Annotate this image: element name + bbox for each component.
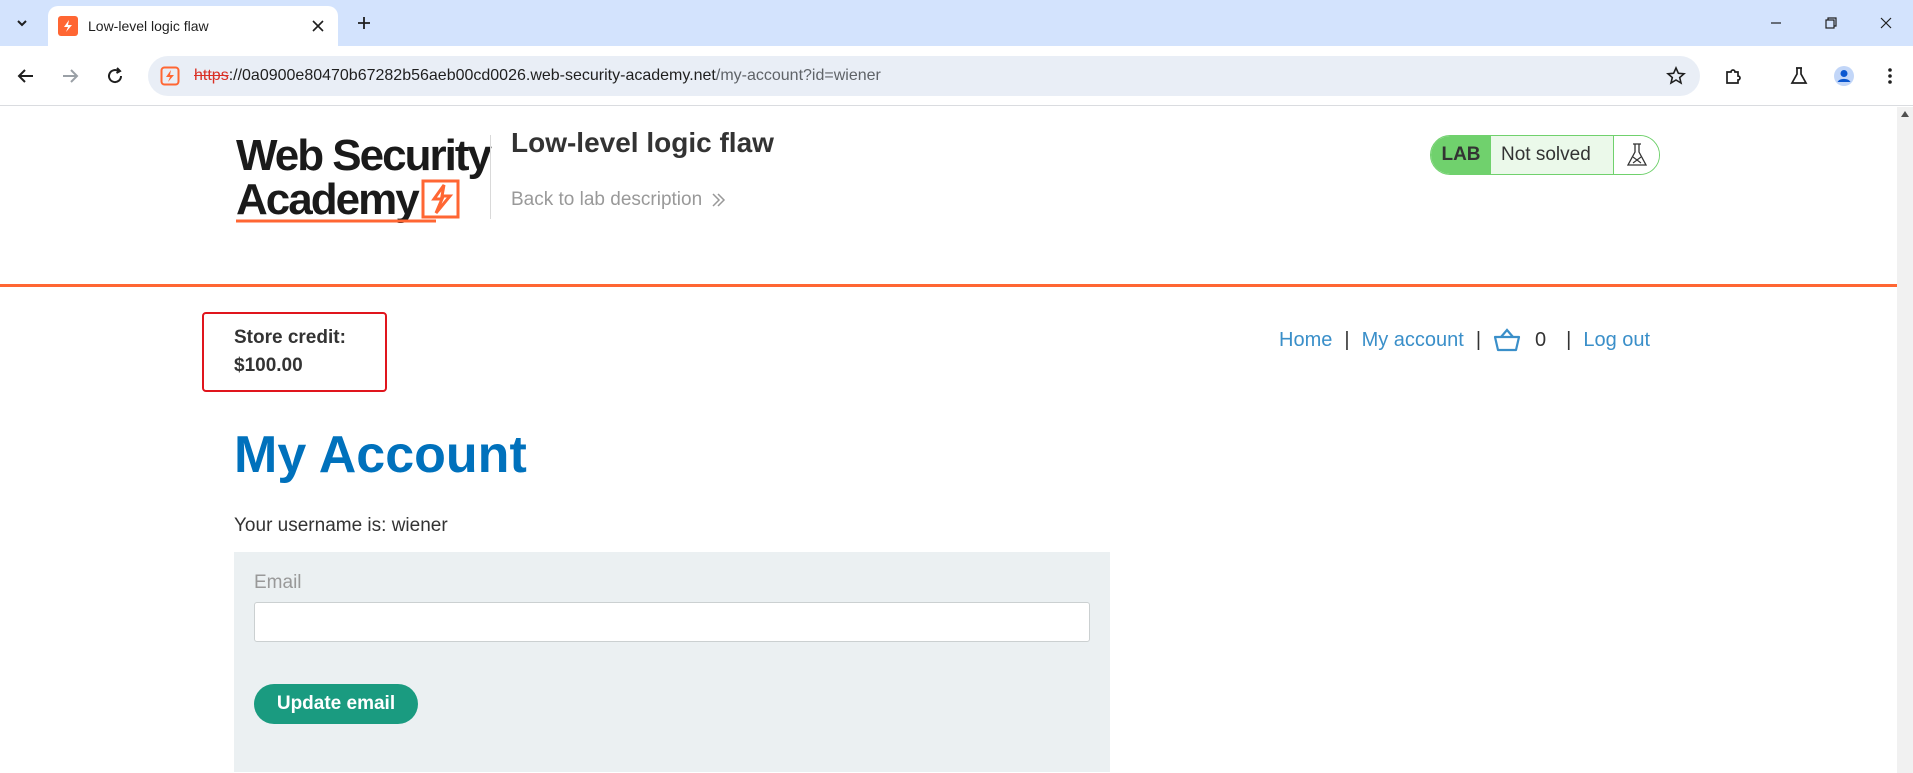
header-divider — [490, 135, 491, 219]
lightning-icon — [421, 179, 460, 219]
profile-button[interactable] — [1828, 60, 1860, 92]
more-vert-icon — [1888, 68, 1892, 84]
minimize-button[interactable] — [1756, 8, 1796, 38]
puzzle-icon — [1726, 69, 1741, 84]
lab-status-widget: LAB Not solved — [1430, 135, 1660, 175]
flask-icon — [1790, 67, 1808, 84]
back-to-lab-link[interactable]: Back to lab description — [511, 189, 726, 211]
lab-badge: LAB — [1431, 136, 1491, 174]
minimize-icon — [1771, 22, 1781, 24]
lab-title: Low-level logic flaw — [511, 127, 774, 158]
update-email-button[interactable]: Update email — [254, 684, 418, 724]
menu-button[interactable] — [1874, 60, 1906, 92]
lightning-icon — [58, 16, 78, 36]
restore-button[interactable] — [1811, 8, 1851, 38]
nav-log-out-link[interactable]: Log out — [1583, 329, 1650, 352]
url-host: ://0a0900e80470b67282b56aeb00cd0026.web-… — [228, 67, 716, 84]
page-scrollbar[interactable] — [1897, 107, 1913, 773]
top-nav: Home | My account | 0 | Log out — [1279, 327, 1650, 353]
reload-icon — [108, 67, 123, 84]
page-content: Web Security Academy Low-level logic fla… — [0, 107, 1897, 773]
plus-icon — [358, 17, 370, 29]
nav-separator: | — [1475, 328, 1482, 351]
double-chevron-right-icon — [712, 193, 726, 207]
close-icon[interactable] — [308, 16, 328, 36]
logo-line1: Web Security — [236, 131, 492, 180]
tab-title: Low-level logic flaw — [88, 18, 209, 34]
store-credit-highlight — [202, 312, 387, 392]
browser-tab[interactable]: Low-level logic flaw — [48, 6, 338, 46]
nav-home-link[interactable]: Home — [1279, 329, 1332, 352]
nav-separator: | — [1566, 328, 1572, 351]
store-credit-value: $100.00 — [234, 355, 303, 376]
browser-tab-strip: Low-level logic flaw — [0, 0, 1913, 46]
arrow-right-icon — [63, 69, 79, 83]
tab-search-button[interactable] — [8, 9, 36, 37]
page-title: My Account — [234, 426, 527, 484]
back-button[interactable] — [10, 60, 42, 92]
avatar-icon — [1834, 66, 1854, 86]
bookmark-star-icon[interactable] — [1664, 64, 1688, 88]
browser-toolbar: https://0a0900e80470b67282b56aeb00cd0026… — [0, 46, 1913, 106]
restore-icon — [1825, 17, 1837, 29]
url-scheme: https — [194, 67, 229, 84]
address-bar[interactable]: https://0a0900e80470b67282b56aeb00cd0026… — [148, 56, 1700, 96]
logo-line2: Academy — [236, 175, 420, 224]
scroll-up-arrow-icon[interactable] — [1901, 111, 1909, 117]
lab-header: Web Security Academy Low-level logic fla… — [0, 107, 1897, 287]
url-path: /my-account?id=wiener — [715, 67, 881, 84]
flask-icon — [1613, 136, 1659, 174]
site-info-icon[interactable] — [158, 65, 182, 87]
nav-separator: | — [1344, 328, 1350, 351]
store-credit-label: Store credit: — [234, 327, 346, 348]
nav-my-account-link[interactable]: My account — [1362, 329, 1464, 352]
arrow-left-icon — [17, 69, 33, 83]
close-icon — [1880, 17, 1892, 29]
email-field[interactable] — [254, 602, 1090, 642]
forward-button[interactable] — [54, 60, 86, 92]
academy-logo[interactable]: Web Security Academy — [236, 131, 492, 231]
cart-link[interactable]: 0 — [1493, 328, 1546, 352]
change-email-form: Email Update email — [234, 552, 1110, 772]
labs-button[interactable] — [1783, 60, 1815, 92]
basket-icon — [1493, 328, 1521, 352]
window-close-button[interactable] — [1866, 8, 1906, 38]
logo-underline — [236, 219, 436, 223]
username-text: Your username is: wiener — [234, 515, 448, 536]
email-label: Email — [254, 572, 302, 593]
reload-button[interactable] — [99, 60, 131, 92]
url-text[interactable]: https://0a0900e80470b67282b56aeb00cd0026… — [194, 67, 881, 85]
cart-count: 0 — [1535, 328, 1547, 351]
new-tab-button[interactable] — [350, 9, 378, 37]
lab-status-text: Not solved — [1491, 136, 1613, 174]
extensions-button[interactable] — [1717, 60, 1749, 92]
back-link-label: Back to lab description — [511, 189, 703, 210]
chevron-down-icon — [17, 20, 27, 27]
